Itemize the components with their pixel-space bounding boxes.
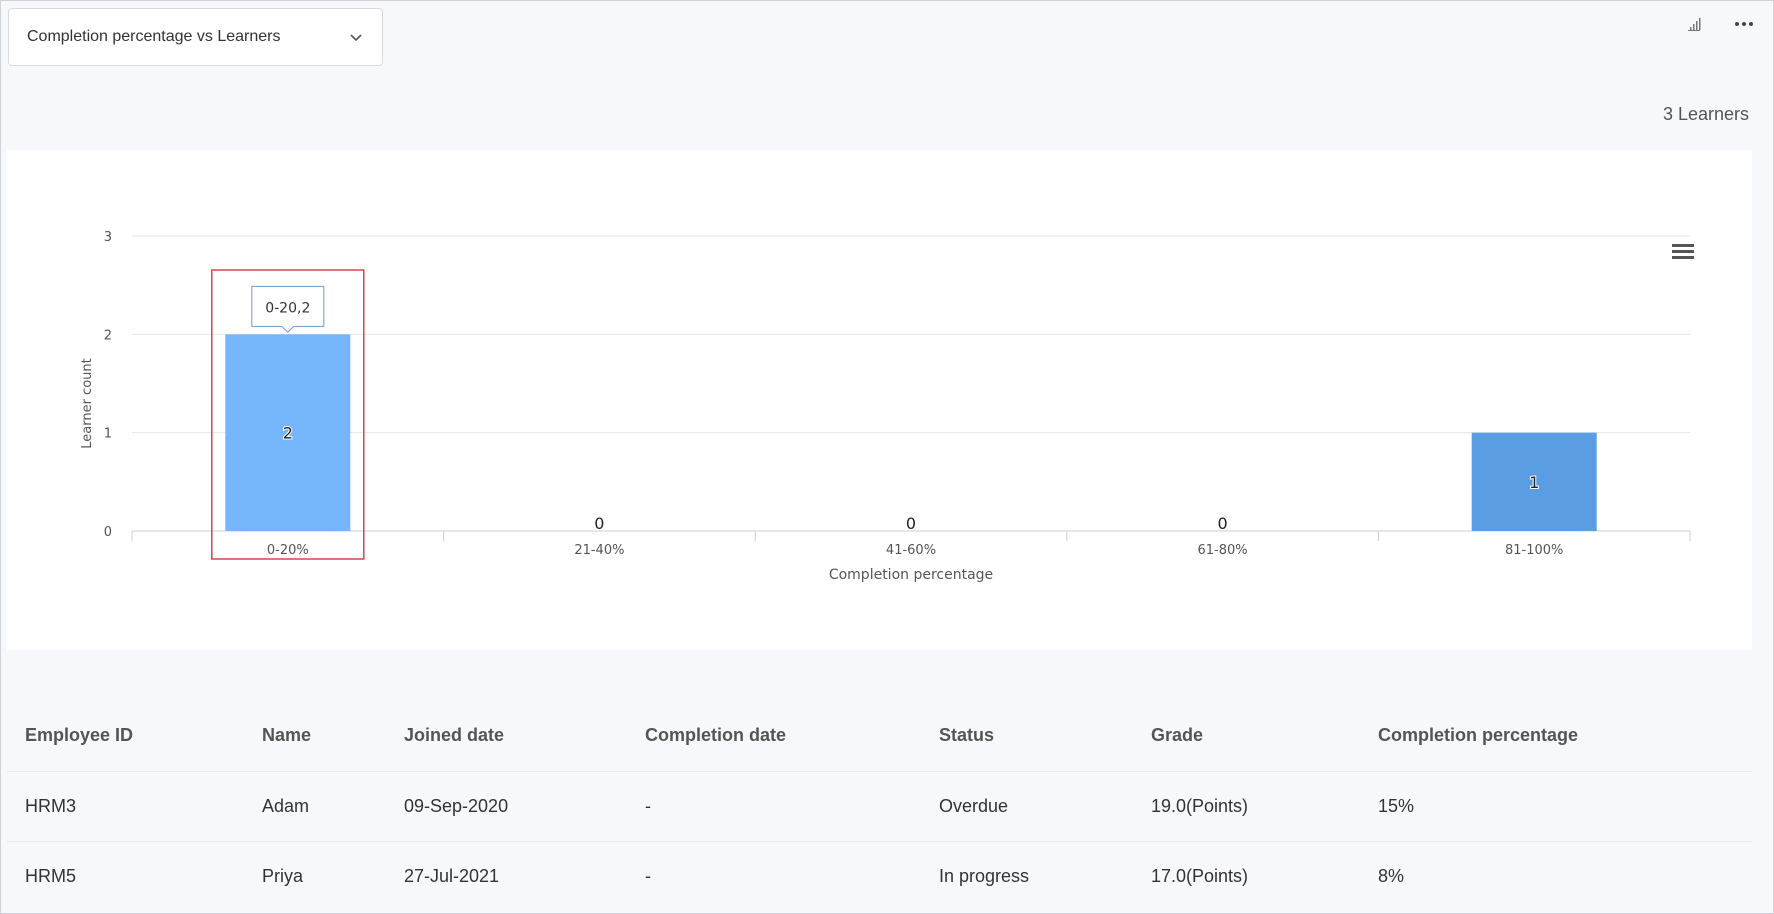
- cell-name: Adam: [244, 770, 386, 841]
- y-axis-title: Learner count: [80, 358, 95, 449]
- cell-joined-date: 09-Sep-2020: [386, 770, 627, 841]
- col-joined-date[interactable]: Joined date: [386, 701, 627, 771]
- x-axis-title: Completion percentage: [829, 567, 993, 583]
- hamburger-menu-icon[interactable]: [1672, 256, 1694, 259]
- more-options-icon[interactable]: [1733, 13, 1755, 35]
- table-header-row: Employee ID Name Joined date Completion …: [7, 701, 1752, 771]
- col-completion-percentage[interactable]: Completion percentage: [1360, 701, 1752, 771]
- cell-completion-date: -: [627, 770, 921, 841]
- bar-chart-icon[interactable]: [1683, 13, 1705, 35]
- data-label: 0: [594, 514, 604, 533]
- learners-table: Employee ID Name Joined date Completion …: [7, 701, 1752, 911]
- data-label: 0: [906, 514, 916, 533]
- cell-employee-id: HRM5: [7, 840, 244, 911]
- x-tick-label: 81-100%: [1505, 543, 1563, 558]
- col-completion-date[interactable]: Completion date: [627, 701, 921, 771]
- col-employee-id[interactable]: Employee ID: [7, 701, 244, 771]
- col-name[interactable]: Name: [244, 701, 386, 771]
- cell-status: Overdue: [921, 770, 1133, 841]
- completion-chart: 0 1 2 3 2 0-20% 0 21-40% 0 41-60% 0 61-80% 1 81-100% 0…: [80, 230, 1694, 583]
- cell-completion-percentage: 8%: [1360, 840, 1752, 911]
- table-row[interactable]: HRM3 Adam 09-Sep-2020 - Overdue 19.0(Poi…: [7, 770, 1752, 841]
- cell-joined-date: 27-Jul-2021: [386, 840, 627, 911]
- cell-status: In progress: [921, 840, 1133, 911]
- table-row[interactable]: HRM5 Priya 27-Jul-2021 - In progress 17.…: [7, 840, 1752, 911]
- cell-completion-date: -: [627, 840, 921, 911]
- cell-name: Priya: [244, 840, 386, 911]
- col-status[interactable]: Status: [921, 701, 1133, 771]
- cell-completion-percentage: 15%: [1360, 770, 1752, 841]
- x-tick-label: 0-20%: [267, 543, 309, 558]
- data-label: 0: [1218, 514, 1228, 533]
- cell-employee-id: HRM3: [7, 770, 244, 841]
- col-grade[interactable]: Grade: [1133, 701, 1360, 771]
- y-tick-label: 3: [104, 230, 112, 245]
- report-type-label: Completion percentage vs Learners: [27, 28, 281, 45]
- tooltip-text: 0-20,2: [265, 300, 310, 316]
- report-panel: Completion percentage vs Learners 3 Lear…: [0, 0, 1774, 914]
- top-toolbar: [1683, 13, 1755, 35]
- y-tick-label: 2: [104, 328, 112, 343]
- hamburger-menu-icon[interactable]: [1672, 244, 1694, 247]
- learners-table-container: Employee ID Name Joined date Completion …: [7, 701, 1752, 911]
- cell-grade: 17.0(Points): [1133, 840, 1360, 911]
- cell-grade: 19.0(Points): [1133, 770, 1360, 841]
- x-tick-label: 61-80%: [1198, 543, 1248, 558]
- chevron-down-icon: [348, 29, 364, 45]
- learner-count: 3 Learners: [1662, 104, 1749, 124]
- y-tick-label: 1: [104, 427, 112, 442]
- chart-card: 0 1 2 3 2 0-20% 0 21-40% 0 41-60% 0 61-80% 1 81-100% 0…: [7, 150, 1752, 650]
- y-tick-label: 0: [104, 525, 112, 540]
- x-tick-label: 41-60%: [886, 543, 936, 558]
- data-label: 2: [283, 424, 293, 443]
- report-type-dropdown[interactable]: Completion percentage vs Learners: [8, 8, 383, 66]
- hamburger-menu-icon[interactable]: [1672, 250, 1694, 253]
- x-tick-label: 21-40%: [574, 543, 624, 558]
- data-label: 1: [1529, 473, 1539, 492]
